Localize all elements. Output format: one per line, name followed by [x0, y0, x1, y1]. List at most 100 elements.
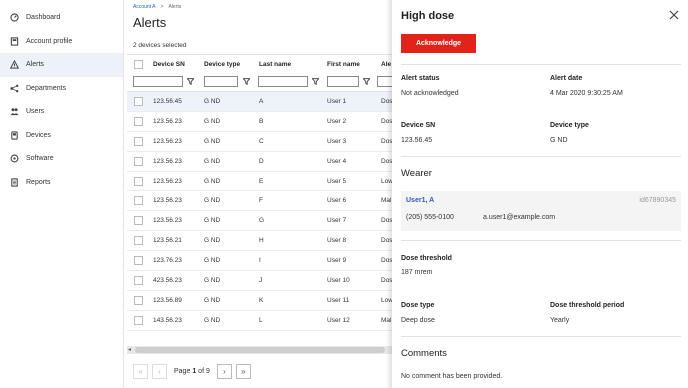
cell-first: User 2 [327, 117, 347, 125]
row-checkbox[interactable] [134, 176, 143, 186]
cell-first: User 8 [327, 237, 347, 245]
table-row[interactable]: 143.56.23G NDLUser 12Mal [127, 311, 392, 331]
total-pages: 9 [205, 367, 210, 375]
row-checkbox[interactable] [134, 136, 143, 146]
sidebar-item-label: Devices [26, 131, 51, 139]
sidebar-item-dashboard[interactable]: Dashboard [0, 6, 123, 30]
dose-period-value: Yearly [550, 317, 570, 324]
select-all-checkbox[interactable] [134, 60, 143, 69]
prev-page-button[interactable]: ‹ [152, 363, 167, 379]
row-checkbox[interactable] [134, 116, 143, 126]
cell-sn: 143.56.23 [153, 316, 182, 324]
cell-sn: 123.56.23 [153, 197, 182, 205]
cell-type: G ND [204, 217, 221, 225]
panel-title: High dose [401, 10, 455, 22]
table-row[interactable]: 123.56.23G NDEUser 5Low [127, 172, 393, 192]
sidebar-item-users[interactable]: Users [0, 100, 123, 124]
cell-sn: 123.56.45 [153, 98, 182, 105]
table-row[interactable]: 123.76.23G NDIUser 9Dos [127, 251, 393, 272]
horizontal-scrollbar[interactable]: ◂ [127, 346, 392, 354]
cell-type: G ND [204, 177, 221, 185]
first-page-button[interactable]: « [133, 363, 148, 379]
warning-icon [10, 60, 19, 69]
table-row[interactable]: 123.56.45G NDAUser 1Dos [127, 92, 393, 112]
filter-icon[interactable] [312, 78, 319, 85]
dose-threshold-value: 187 mrem [401, 269, 433, 276]
acknowledge-button[interactable]: Acknowledge [401, 34, 476, 53]
cell-last: J [259, 277, 263, 285]
row-checkbox[interactable] [134, 276, 143, 286]
close-icon[interactable] [669, 10, 679, 20]
dose-type-value: Deep dose [401, 317, 435, 324]
breadcrumb-link-account[interactable]: Account A [133, 4, 156, 10]
row-checkbox[interactable] [134, 256, 143, 266]
sidebar-item-departments[interactable]: Departments [0, 77, 123, 101]
scrollbar-thumb[interactable] [135, 347, 385, 353]
main-content: Account A > Alerts Alerts 2 devices sele… [124, 0, 393, 388]
alerts-table: Device SN Device type Last name First na… [127, 54, 393, 331]
row-checkbox[interactable] [134, 315, 143, 325]
table-row[interactable]: 123.56.23G NDDUser 4Dos [127, 152, 393, 172]
cell-sn: 123.56.89 [153, 296, 182, 304]
cell-type: G ND [204, 257, 221, 265]
dashboard-icon [10, 13, 19, 22]
table-row[interactable]: 123.56.23G NDBUser 2Dos [127, 112, 393, 132]
row-checkbox[interactable] [134, 156, 143, 166]
filter-icon[interactable] [363, 78, 370, 85]
sidebar-item-devices[interactable]: Devices [0, 124, 123, 148]
sidebar-item-label: Dashboard [26, 14, 61, 22]
filter-input-last-name[interactable] [258, 76, 308, 87]
scroll-left-icon[interactable]: ◂ [128, 346, 131, 353]
cell-first: User 3 [327, 137, 347, 145]
row-checkbox[interactable] [134, 196, 143, 206]
current-page: 1 [192, 367, 197, 375]
sidebar-item-account-profile[interactable]: Account profile [0, 30, 123, 54]
filter-input-device-sn[interactable] [133, 76, 183, 87]
next-page-button[interactable]: › [216, 363, 232, 379]
pagination: « ‹ Page 1 of 9 › » [133, 362, 251, 380]
table-row[interactable]: 423.56.23G NDJUser 10Dos [127, 271, 393, 291]
sidebar-item-alerts[interactable]: Alerts [0, 53, 123, 77]
cell-type: G ND [204, 117, 221, 125]
cell-first: User 12 [327, 316, 350, 324]
column-header-device-sn[interactable]: Device SN [153, 61, 185, 68]
column-header-first-name[interactable]: First name [327, 61, 360, 68]
table-row[interactable]: 123.56.89G NDKUser 11Low [127, 291, 393, 311]
table-row[interactable]: 123.56.23G NDCUser 3Dos [127, 132, 393, 152]
cell-first: User 1 [327, 98, 347, 105]
cell-last: K [259, 296, 264, 304]
sidebar-item-label: Account profile [26, 37, 73, 45]
row-checkbox[interactable] [134, 97, 143, 106]
cell-sn: 123.56.23 [153, 117, 182, 125]
column-header-last-name[interactable]: Last name [259, 61, 291, 68]
sidebar-item-reports[interactable]: Reports [0, 171, 123, 195]
departments-icon [10, 84, 19, 93]
wearer-name-link[interactable]: User1, A [406, 197, 434, 204]
row-checkbox[interactable] [134, 295, 143, 305]
cell-first: User 7 [327, 217, 347, 225]
dose-threshold-label: Dose threshold [401, 255, 452, 262]
filter-icon[interactable] [243, 78, 250, 85]
cell-type: G ND [204, 277, 221, 285]
divider [401, 156, 681, 157]
table-row[interactable]: 123.56.23G NDFUser 6Mal [127, 191, 392, 212]
cell-type: G ND [204, 137, 221, 145]
row-checkbox[interactable] [134, 236, 143, 246]
cell-last: G [259, 217, 265, 225]
filter-input-first-name[interactable] [327, 76, 359, 87]
alert-detail-panel: High dose Acknowledge Alert status Not a… [392, 0, 688, 388]
last-page-button[interactable]: » [235, 363, 251, 379]
filter-input-device-type[interactable] [204, 76, 238, 87]
filter-icon[interactable] [187, 78, 194, 85]
table-row[interactable]: 123.56.23G NDGUser 7Dos [127, 211, 393, 232]
divider [401, 64, 681, 65]
cell-sn: 123.56.23 [153, 177, 182, 185]
divider [401, 336, 681, 337]
table-row[interactable]: 123.56.21G NDHUser 8Dos [127, 231, 393, 252]
sidebar-item-label: Software [26, 155, 54, 163]
breadcrumb: Account A > Alerts [133, 4, 181, 10]
column-header-device-type[interactable]: Device type [204, 61, 240, 68]
sidebar-item-software[interactable]: Software [0, 147, 123, 171]
row-checkbox[interactable] [134, 216, 143, 226]
alert-status-value: Not acknowledged [401, 90, 459, 97]
